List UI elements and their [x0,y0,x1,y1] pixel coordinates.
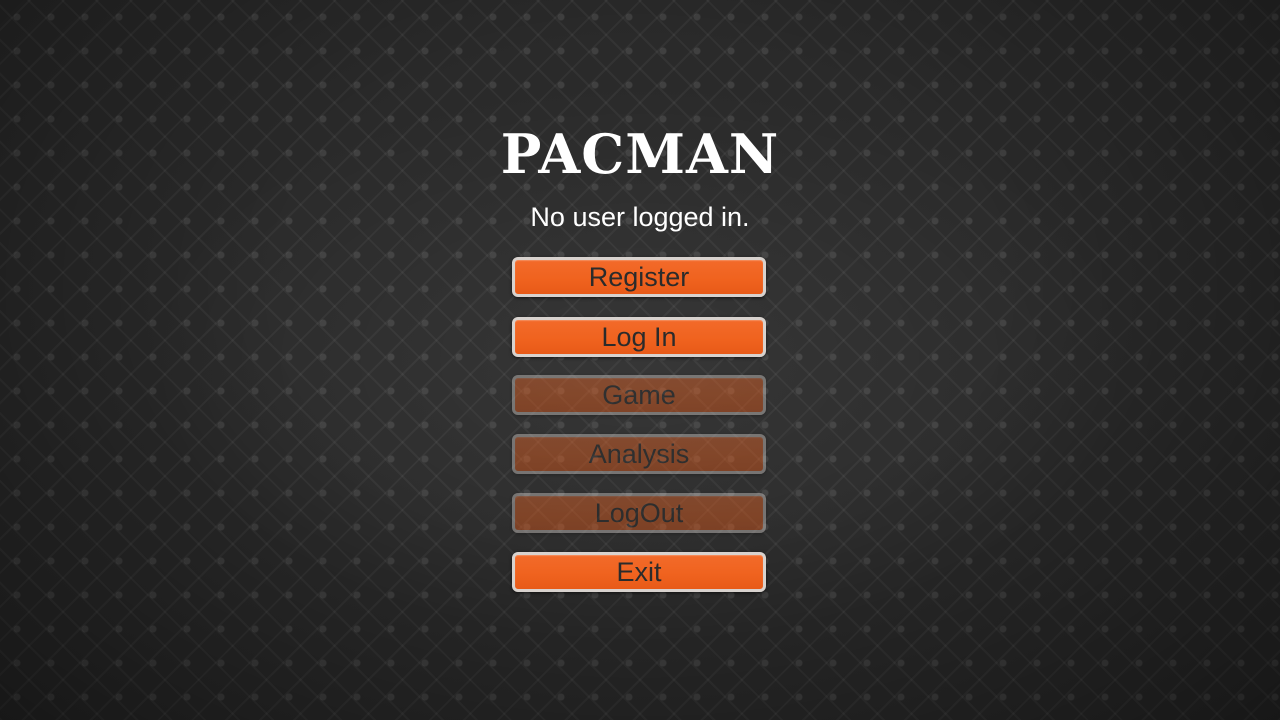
analysis-button: Analysis [512,434,766,474]
login-button[interactable]: Log In [512,317,766,357]
exit-button[interactable]: Exit [512,552,766,592]
logout-button: LogOut [512,493,766,533]
game-button: Game [512,375,766,415]
background-vignette [0,0,1280,720]
register-button[interactable]: Register [512,257,766,297]
game-title: PACMAN [500,122,780,186]
login-status-text: No user logged in. [530,202,750,232]
